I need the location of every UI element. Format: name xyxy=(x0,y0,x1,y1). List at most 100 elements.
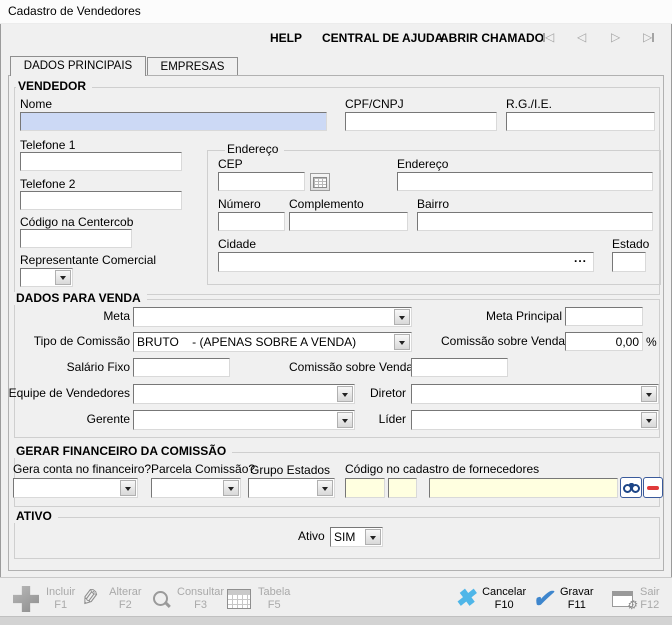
gerar-financeiro-legend: GERAR FINANCEIRO DA COMISSÃO xyxy=(14,445,232,458)
numero-label: Número xyxy=(218,198,261,211)
cidade-lookup-ellipsis-icon[interactable]: ... xyxy=(574,251,587,265)
sair-label: Sair xyxy=(640,586,660,599)
tabela-button[interactable]: Tabela F5 xyxy=(227,581,290,617)
comissao-sobre-venda-field[interactable] xyxy=(411,358,508,377)
lider-label: Líder xyxy=(336,413,406,426)
first-record-icon: ◁ xyxy=(545,31,554,43)
nav-next-button[interactable]: ▷ xyxy=(611,31,620,43)
grupo-estados-select[interactable] xyxy=(248,478,335,498)
dropdown-arrow-icon[interactable] xyxy=(394,309,410,325)
comissao-sobre-venda-label: Comissão sobre Venda xyxy=(289,361,406,374)
alterar-button[interactable]: ✎ Alterar F2 xyxy=(82,581,142,617)
salario-fixo-field[interactable] xyxy=(133,358,230,377)
dropdown-arrow-icon[interactable] xyxy=(641,386,657,402)
last-bar-icon xyxy=(652,33,654,42)
tabela-label: Tabela xyxy=(258,586,290,599)
endereco-field-label: Endereço xyxy=(397,158,448,171)
menu-help[interactable]: HELP xyxy=(270,31,302,45)
remover-fornecedor-button[interactable] xyxy=(643,477,663,498)
complemento-label: Complemento xyxy=(289,198,364,211)
cancelar-label: Cancelar xyxy=(482,586,526,599)
cidade-field[interactable]: ... xyxy=(218,252,594,272)
salario-fixo-label: Salário Fixo xyxy=(30,361,130,374)
rg-ie-field[interactable] xyxy=(506,112,655,131)
numero-field[interactable] xyxy=(218,212,285,231)
cpf-cnpj-field[interactable] xyxy=(345,112,497,131)
ativo-label: Ativo xyxy=(298,530,325,543)
cidade-label: Cidade xyxy=(218,238,256,251)
menu-central-de-ajuda[interactable]: CENTRAL DE AJUDA xyxy=(322,31,443,45)
nav-previous-button[interactable]: ◁ xyxy=(577,31,586,43)
meta-principal-field[interactable] xyxy=(565,307,643,326)
rg-ie-label: R.G./I.E. xyxy=(506,98,552,111)
percent-suffix: % xyxy=(646,335,657,349)
telefone1-label: Telefone 1 xyxy=(20,139,75,152)
gravar-button[interactable]: ✔ Gravar F11 xyxy=(532,581,594,617)
codigo-fornecedor-field-1[interactable] xyxy=(345,478,385,498)
fornecedor-nome-field[interactable] xyxy=(429,478,618,498)
tipo-comissao-select[interactable]: BRUTO - (APENAS SOBRE A VENDA) xyxy=(133,332,412,352)
dropdown-arrow-icon[interactable] xyxy=(223,480,239,496)
dropdown-arrow-icon[interactable] xyxy=(394,334,410,350)
telefone2-field[interactable] xyxy=(20,191,182,210)
dropdown-arrow-icon[interactable] xyxy=(365,529,381,545)
ativo-select[interactable]: SIM xyxy=(330,527,383,547)
dropdown-arrow-icon[interactable] xyxy=(55,270,71,285)
bairro-label: Bairro xyxy=(417,198,449,211)
estado-field[interactable] xyxy=(612,252,646,272)
equipe-vendedores-select[interactable] xyxy=(133,384,355,404)
dropdown-arrow-icon[interactable] xyxy=(641,412,657,428)
incluir-button[interactable]: Incluir F1 xyxy=(13,581,75,617)
table-icon xyxy=(227,589,251,609)
endereco-field[interactable] xyxy=(397,172,653,191)
nav-first-button[interactable]: ◁ xyxy=(543,31,554,43)
gerente-select[interactable] xyxy=(133,410,355,430)
consultar-button[interactable]: Consultar F3 xyxy=(152,581,224,617)
bairro-field[interactable] xyxy=(417,212,653,231)
cep-lookup-button[interactable] xyxy=(310,173,330,191)
codigo-fornecedor-field-2[interactable] xyxy=(388,478,417,498)
tab-dados-principais[interactable]: DADOS PRINCIPAIS xyxy=(10,56,146,76)
grupo-estados-label: Grupo Estados xyxy=(250,464,330,477)
gravar-key: F11 xyxy=(568,599,586,612)
grid-icon xyxy=(313,177,327,188)
cancelar-button[interactable]: ✖ Cancelar F10 xyxy=(455,581,526,617)
previous-record-icon: ◁ xyxy=(577,31,586,43)
meta-principal-label: Meta Principal xyxy=(441,310,562,323)
dropdown-arrow-icon[interactable] xyxy=(317,480,333,496)
comissao-sobre-venda-pct-field[interactable] xyxy=(565,332,643,351)
tipo-comissao-label: Tipo de Comissão xyxy=(30,335,130,348)
tabela-key: F5 xyxy=(268,599,281,612)
nome-label: Nome xyxy=(20,98,52,111)
telefone1-field[interactable] xyxy=(20,152,182,171)
binoculars-icon xyxy=(623,483,640,493)
cep-label: CEP xyxy=(218,158,243,171)
diretor-select[interactable] xyxy=(411,384,659,404)
representante-comercial-select[interactable] xyxy=(20,268,73,287)
menu-abrir-chamado[interactable]: ABRIR CHAMADO xyxy=(440,31,544,45)
exit-window-icon: ⚙ xyxy=(612,591,633,607)
tab-empresas[interactable]: EMPRESAS xyxy=(147,57,238,76)
sair-button[interactable]: ⚙ Sair F12 xyxy=(612,581,660,617)
codigo-centercob-label: Código na Centercob xyxy=(20,216,133,229)
nav-last-button[interactable]: ▷ xyxy=(643,31,654,43)
representante-comercial-label: Representante Comercial xyxy=(20,254,156,267)
cancel-x-icon: ✖ xyxy=(455,587,475,611)
complemento-field[interactable] xyxy=(289,212,408,231)
alterar-key: F2 xyxy=(119,599,132,612)
endereco-legend: Endereço xyxy=(225,143,284,156)
nome-field[interactable] xyxy=(20,112,327,131)
buscar-fornecedor-button[interactable] xyxy=(620,477,642,498)
codigo-centercob-field[interactable] xyxy=(20,229,132,248)
equipe-vendedores-label: Equipe de Vendedores xyxy=(8,387,130,400)
dados-para-venda-legend: DADOS PARA VENDA xyxy=(14,292,147,305)
minus-icon xyxy=(647,486,659,490)
dropdown-arrow-icon[interactable] xyxy=(120,480,136,496)
gera-conta-financeiro-select[interactable] xyxy=(13,478,138,498)
vendedor-legend: VENDEDOR xyxy=(16,80,92,93)
telefone2-label: Telefone 2 xyxy=(20,178,75,191)
meta-select[interactable] xyxy=(133,307,412,327)
lider-select[interactable] xyxy=(411,410,659,430)
parcela-comissao-select[interactable] xyxy=(151,478,241,498)
cep-field[interactable] xyxy=(218,172,305,191)
